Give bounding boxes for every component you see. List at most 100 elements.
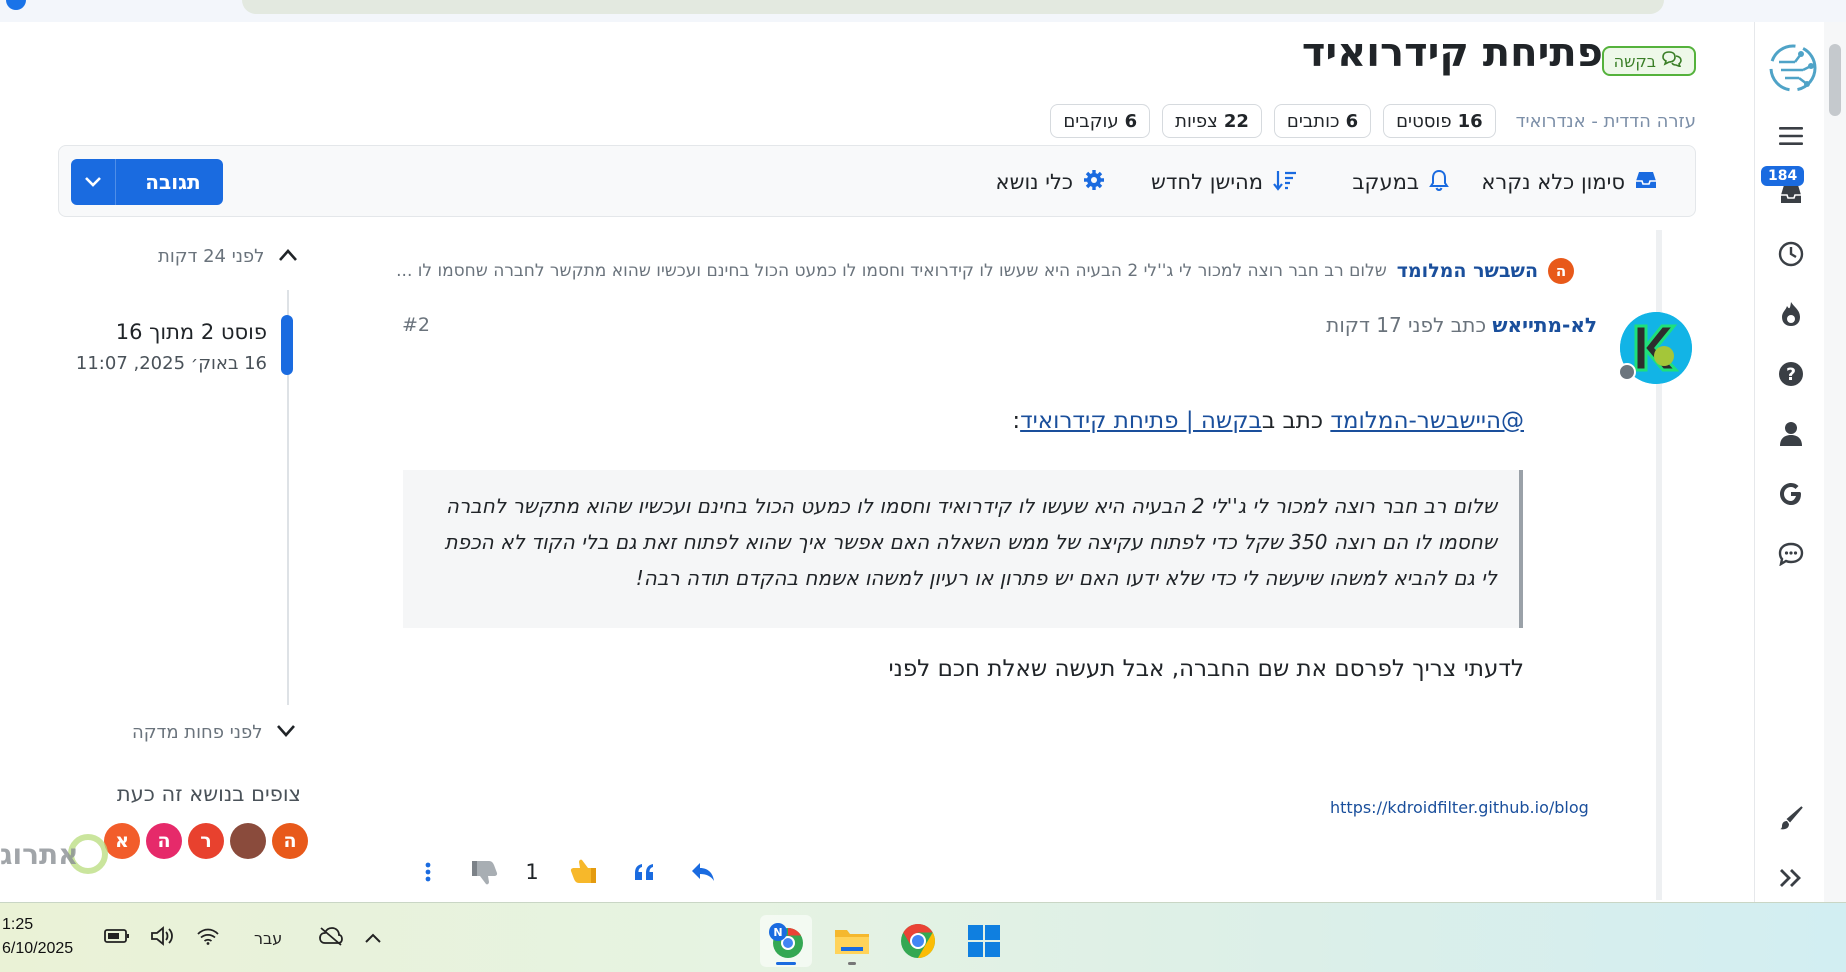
timeline-top[interactable]: לפני 24 דקות — [158, 246, 298, 267]
user-profile-icon[interactable] — [1777, 420, 1805, 448]
quote-header: @היישבשר-המלומד כתב בבקשה | פתיחת קידרוא… — [1012, 408, 1524, 434]
cloud-offline-icon[interactable] — [318, 926, 344, 950]
timeline-top-time: לפני 24 דקות — [158, 246, 265, 267]
menu-icon[interactable] — [1777, 122, 1805, 150]
open-app-indicator — [848, 962, 856, 965]
chevron-down-icon — [276, 722, 296, 743]
recent-clock-icon[interactable] — [1777, 240, 1805, 268]
timeline-bottom[interactable]: לפני פחות מדקה — [132, 722, 296, 743]
post-number[interactable]: #2 — [402, 314, 430, 336]
stat-writers-label: כותבים — [1286, 110, 1340, 132]
viewers-title: צופים בנושא זה כעת — [116, 782, 301, 806]
scrollbar-thumb[interactable] — [1829, 44, 1841, 116]
stat-writers: 6 כותבים — [1273, 104, 1372, 138]
browser-profile-icon[interactable] — [6, 0, 26, 10]
timeline-post-date: 16 באוק׳ 2025, 11:07 — [75, 353, 267, 374]
popular-fire-icon[interactable] — [1777, 300, 1805, 328]
author-status-dot — [1618, 363, 1636, 381]
taskbar-chrome-app[interactable] — [892, 915, 944, 967]
post-author-line: לא-מתייאש כתב לפני 17 דקות — [1326, 313, 1597, 337]
quote-user-link[interactable]: @היישבשר-המלומד — [1330, 408, 1524, 434]
svg-text:N: N — [773, 926, 782, 939]
parent-post-snippet[interactable]: ה השבשר המלומד שלום רב חבר רוצה למכור לי… — [396, 258, 1574, 284]
address-bar[interactable] — [242, 0, 1664, 14]
timeline-handle[interactable] — [281, 315, 293, 375]
atrog-watermark-logo: אתרוג — [0, 832, 110, 876]
clock-date: 6/10/2025 — [2, 940, 74, 957]
stat-views-label: צפיות — [1175, 110, 1218, 132]
google-icon[interactable] — [1777, 480, 1805, 508]
watermark-text: אתרוג — [0, 838, 79, 871]
more-options-icon[interactable] — [418, 852, 438, 892]
post-written-ago[interactable]: כתב לפני 17 דקות — [1326, 313, 1486, 337]
watching-label: במעקב — [1352, 170, 1419, 194]
clock[interactable]: 1:25 6/10/2025 — [2, 913, 73, 961]
stat-followers-count: 6 — [1124, 110, 1138, 132]
thumbs-down-icon[interactable] — [468, 852, 502, 892]
comments-icon — [1662, 51, 1682, 71]
quote-icon[interactable] — [630, 852, 658, 892]
vote-count: 1 — [525, 860, 539, 884]
sort-button[interactable]: מהישן לחדש — [1151, 168, 1297, 196]
bell-icon — [1429, 169, 1449, 196]
input-language[interactable]: עבר — [254, 929, 282, 948]
stat-posts-label: פוסטים — [1396, 110, 1452, 132]
sort-icon — [1273, 169, 1297, 196]
help-question-icon[interactable]: ? — [1777, 360, 1805, 388]
taskbar-file-explorer-app[interactable] — [826, 915, 878, 967]
topic-tools-button[interactable]: כלי נושא — [996, 168, 1105, 196]
stat-posts: 16 פוסטים — [1383, 104, 1496, 138]
system-tray: עבר — [104, 921, 382, 955]
chevron-down-icon[interactable] — [83, 172, 103, 197]
battery-icon[interactable] — [104, 928, 130, 948]
post-body: לדעתי צריך לפרסם את שם החברה, אבל תעשה ש… — [888, 656, 1524, 682]
paintbrush-icon[interactable] — [1777, 804, 1805, 832]
viewer-avatar[interactable]: ה — [146, 823, 182, 859]
site-logo-icon[interactable] — [1765, 40, 1821, 96]
page: 184 ? פתיחת קידרואיד בקשה עזרה הדדית - א… — [0, 0, 1846, 972]
parent-username[interactable]: השבשר המלומד — [1397, 260, 1538, 282]
inbox-icon — [1635, 170, 1657, 195]
category-breadcrumb-link[interactable]: עזרה הדדית - אנדרואיד — [1516, 111, 1696, 132]
parent-avatar[interactable]: ה — [1548, 258, 1574, 284]
taskbar-chrome-profile-app[interactable]: N — [760, 915, 812, 967]
reply-button[interactable]: תגובה — [71, 159, 223, 205]
reply-button-divider — [115, 159, 116, 205]
post-author[interactable]: לא-מתייאש — [1492, 313, 1597, 337]
viewer-avatars: הרהא — [98, 823, 308, 859]
mark-unread-label: סימון כלא נקרא — [1481, 170, 1625, 194]
timeline-bottom-time: לפני פחות מדקה — [132, 722, 263, 743]
topic-tag-request[interactable]: בקשה — [1601, 46, 1696, 76]
thumbs-up-icon[interactable] — [566, 852, 600, 892]
quote-topic-link[interactable]: בקשה | פתיחת קידרואיד — [1020, 408, 1262, 434]
clock-time: 1:25 — [2, 916, 34, 933]
stat-views: 22 צפיות — [1162, 104, 1262, 138]
quote-end-colon: : — [1012, 408, 1021, 434]
parent-snippet-text: שלום רב חבר רוצה למכור לי ג''לי 2 הבעיה … — [396, 261, 1387, 281]
topic-stats: עזרה הדדית - אנדרואיד 16 פוסטים 6 כותבים 2… — [1050, 104, 1696, 138]
reply-button-label: תגובה — [145, 170, 201, 194]
watching-button[interactable]: במעקב — [1352, 168, 1449, 196]
gear-icon — [1083, 169, 1105, 196]
viewer-avatar[interactable]: ה — [272, 823, 308, 859]
wifi-icon[interactable] — [196, 927, 220, 949]
expand-double-chevron-icon[interactable] — [1777, 864, 1805, 892]
svg-text:?: ? — [1786, 365, 1796, 385]
mark-unread-button[interactable]: סימון כלא נקרא — [1481, 168, 1657, 196]
stat-posts-count: 16 — [1457, 110, 1483, 132]
topic-tools-label: כלי נושא — [995, 170, 1073, 194]
chat-icon[interactable] — [1777, 540, 1805, 568]
reply-arrow-icon[interactable] — [688, 852, 718, 892]
taskbar-windows-start[interactable] — [958, 915, 1010, 967]
stat-followers: 6 עוקבים — [1050, 104, 1151, 138]
viewer-avatar[interactable] — [230, 823, 266, 859]
stat-followers-label: עוקבים — [1063, 110, 1119, 132]
topic-toolbar: סימון כלא נקרא במעקב מהישן לחדש כלי נושא… — [58, 145, 1696, 217]
signature-link[interactable]: https://kdroidfilter.github.io/blog — [1330, 798, 1589, 817]
volume-icon[interactable] — [150, 925, 176, 951]
page-scrollbar[interactable] — [1824, 22, 1846, 902]
timeline-post-position: פוסט 2 מתוך 16 — [115, 320, 267, 344]
viewer-avatar[interactable]: ר — [188, 823, 224, 859]
tray-expand-chevron-icon[interactable] — [364, 929, 382, 948]
active-app-indicator — [776, 962, 796, 965]
